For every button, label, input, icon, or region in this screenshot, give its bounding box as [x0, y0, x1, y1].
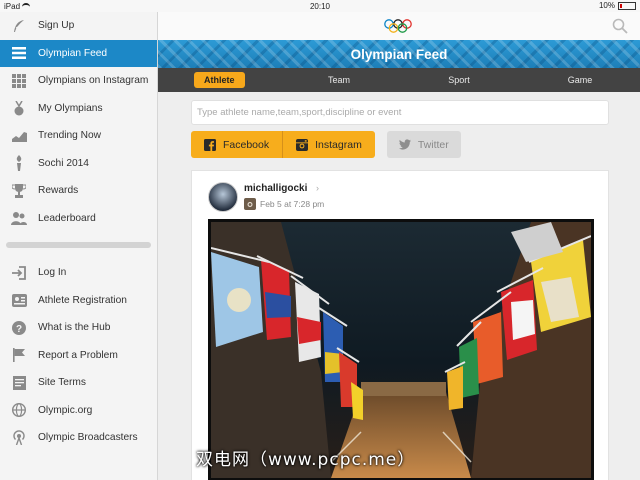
feed-post: michalligocki › Feb 5 at 7:28 pm: [191, 170, 609, 480]
sidebar-item-log-in[interactable]: Log In: [0, 259, 157, 287]
sidebar-item-label: Olympic.org: [38, 404, 93, 416]
people-icon: [11, 210, 27, 226]
tab-game[interactable]: Game: [559, 72, 601, 88]
watermark-text: 双电网（www.pcpc.me）: [196, 450, 416, 470]
post-username[interactable]: michalligocki: [244, 183, 307, 194]
post-meta: Feb 5 at 7:28 pm: [244, 198, 324, 210]
photo-image: [211, 222, 591, 478]
facebook-label: Facebook: [223, 138, 270, 151]
sidebar-item-label: Athlete Registration: [38, 294, 127, 306]
list-icon: [11, 45, 27, 61]
sidebar-item-label: Sochi 2014: [38, 157, 89, 169]
tab-athlete[interactable]: Athlete: [194, 72, 245, 88]
grid-icon: [11, 73, 27, 89]
sidebar-item-sochi-2014[interactable]: Sochi 2014: [0, 150, 157, 178]
sidebar-item-label: Olympic Broadcasters: [38, 432, 138, 444]
sidebar-item-label: Leaderboard: [38, 212, 96, 224]
sidebar-item-label: Trending Now: [38, 130, 102, 142]
question-icon: ?: [11, 320, 27, 336]
sidebar: Sign Up Olympian Feed Olympians on Insta…: [0, 12, 158, 480]
share-buttons: Facebook Instagram Twitter: [191, 131, 461, 158]
feather-icon: [11, 18, 27, 34]
facebook-icon: [204, 138, 216, 151]
sidebar-item-label: What is the Hub: [38, 322, 111, 334]
broadcast-icon: [11, 430, 27, 446]
search-input[interactable]: Type athlete name,team,sport,discipline …: [191, 100, 609, 125]
sidebar-item-site-terms[interactable]: Site Terms: [0, 369, 157, 397]
sidebar-item-label: My Olympians: [38, 102, 103, 114]
sidebar-item-label: Site Terms: [38, 377, 86, 389]
trophy-icon: [11, 183, 27, 199]
sidebar-item-label: Rewards: [38, 185, 79, 197]
instagram-icon: [244, 198, 256, 210]
battery-icon: [618, 1, 636, 10]
instagram-icon: [296, 138, 309, 151]
sidebar-item-label: Olympians on Instagram: [38, 75, 149, 87]
header-banner: Olympian Feed: [158, 40, 640, 68]
medal-icon: [11, 100, 27, 116]
sidebar-item-trending-now[interactable]: Trending Now: [0, 122, 157, 150]
page-title: Olympian Feed: [350, 46, 448, 62]
flag-icon: [11, 347, 27, 363]
tab-team[interactable]: Team: [318, 72, 360, 88]
share-group: Facebook Instagram: [191, 131, 375, 158]
torch-icon: [11, 155, 27, 172]
twitter-button[interactable]: Twitter: [386, 131, 461, 158]
sidebar-item-olympians-on-instagram[interactable]: Olympians on Instagram: [0, 67, 157, 95]
sidebar-item-olympian-feed[interactable]: Olympian Feed: [0, 39, 157, 67]
clock: 20:10: [309, 2, 331, 11]
svg-text:?: ?: [16, 324, 22, 335]
sidebar-item-sign-up[interactable]: Sign Up: [0, 12, 157, 40]
sidebar-item-label: Olympian Feed: [38, 47, 108, 59]
instagram-button[interactable]: Instagram: [282, 131, 375, 158]
filter-tabs: Athlete Team Sport Game: [158, 68, 640, 92]
sidebar-item-what-is-the-hub[interactable]: ? What is the Hub: [0, 314, 157, 342]
sidebar-item-rewards[interactable]: Rewards: [0, 177, 157, 205]
document-icon: [11, 375, 27, 391]
status-bar: iPad 20:10 10%: [0, 0, 640, 12]
globe-icon: [11, 402, 27, 418]
trend-icon: [11, 128, 27, 144]
badge-icon: [11, 292, 27, 308]
sidebar-item-olympic-broadcasters[interactable]: Olympic Broadcasters: [0, 424, 157, 452]
sidebar-divider: [6, 242, 151, 248]
twitter-icon: [398, 139, 411, 151]
sidebar-item-olympic-org[interactable]: Olympic.org: [0, 397, 157, 425]
twitter-label: Twitter: [417, 138, 449, 151]
login-icon: [11, 265, 27, 281]
battery: 10%: [599, 1, 636, 10]
sidebar-item-label: Sign Up: [38, 20, 75, 32]
sidebar-item-label: Log In: [38, 267, 67, 279]
avatar[interactable]: [208, 182, 238, 212]
post-date: Feb 5 at 7:28 pm: [260, 199, 325, 209]
search-icon[interactable]: [612, 18, 628, 34]
sidebar-item-label: Report a Problem: [38, 349, 118, 361]
sidebar-item-my-olympians[interactable]: My Olympians: [0, 95, 157, 123]
instagram-label: Instagram: [315, 138, 362, 151]
top-bar: [158, 12, 640, 40]
chevron-right-icon: ›: [316, 183, 319, 193]
facebook-button[interactable]: Facebook: [191, 131, 282, 158]
post-photo[interactable]: [208, 219, 594, 480]
olympic-rings-logo: [384, 19, 412, 33]
sidebar-item-athlete-registration[interactable]: Athlete Registration: [0, 287, 157, 315]
tab-sport[interactable]: Sport: [438, 72, 480, 88]
sidebar-item-leaderboard[interactable]: Leaderboard: [0, 205, 157, 233]
sidebar-item-report-a-problem[interactable]: Report a Problem: [0, 342, 157, 370]
